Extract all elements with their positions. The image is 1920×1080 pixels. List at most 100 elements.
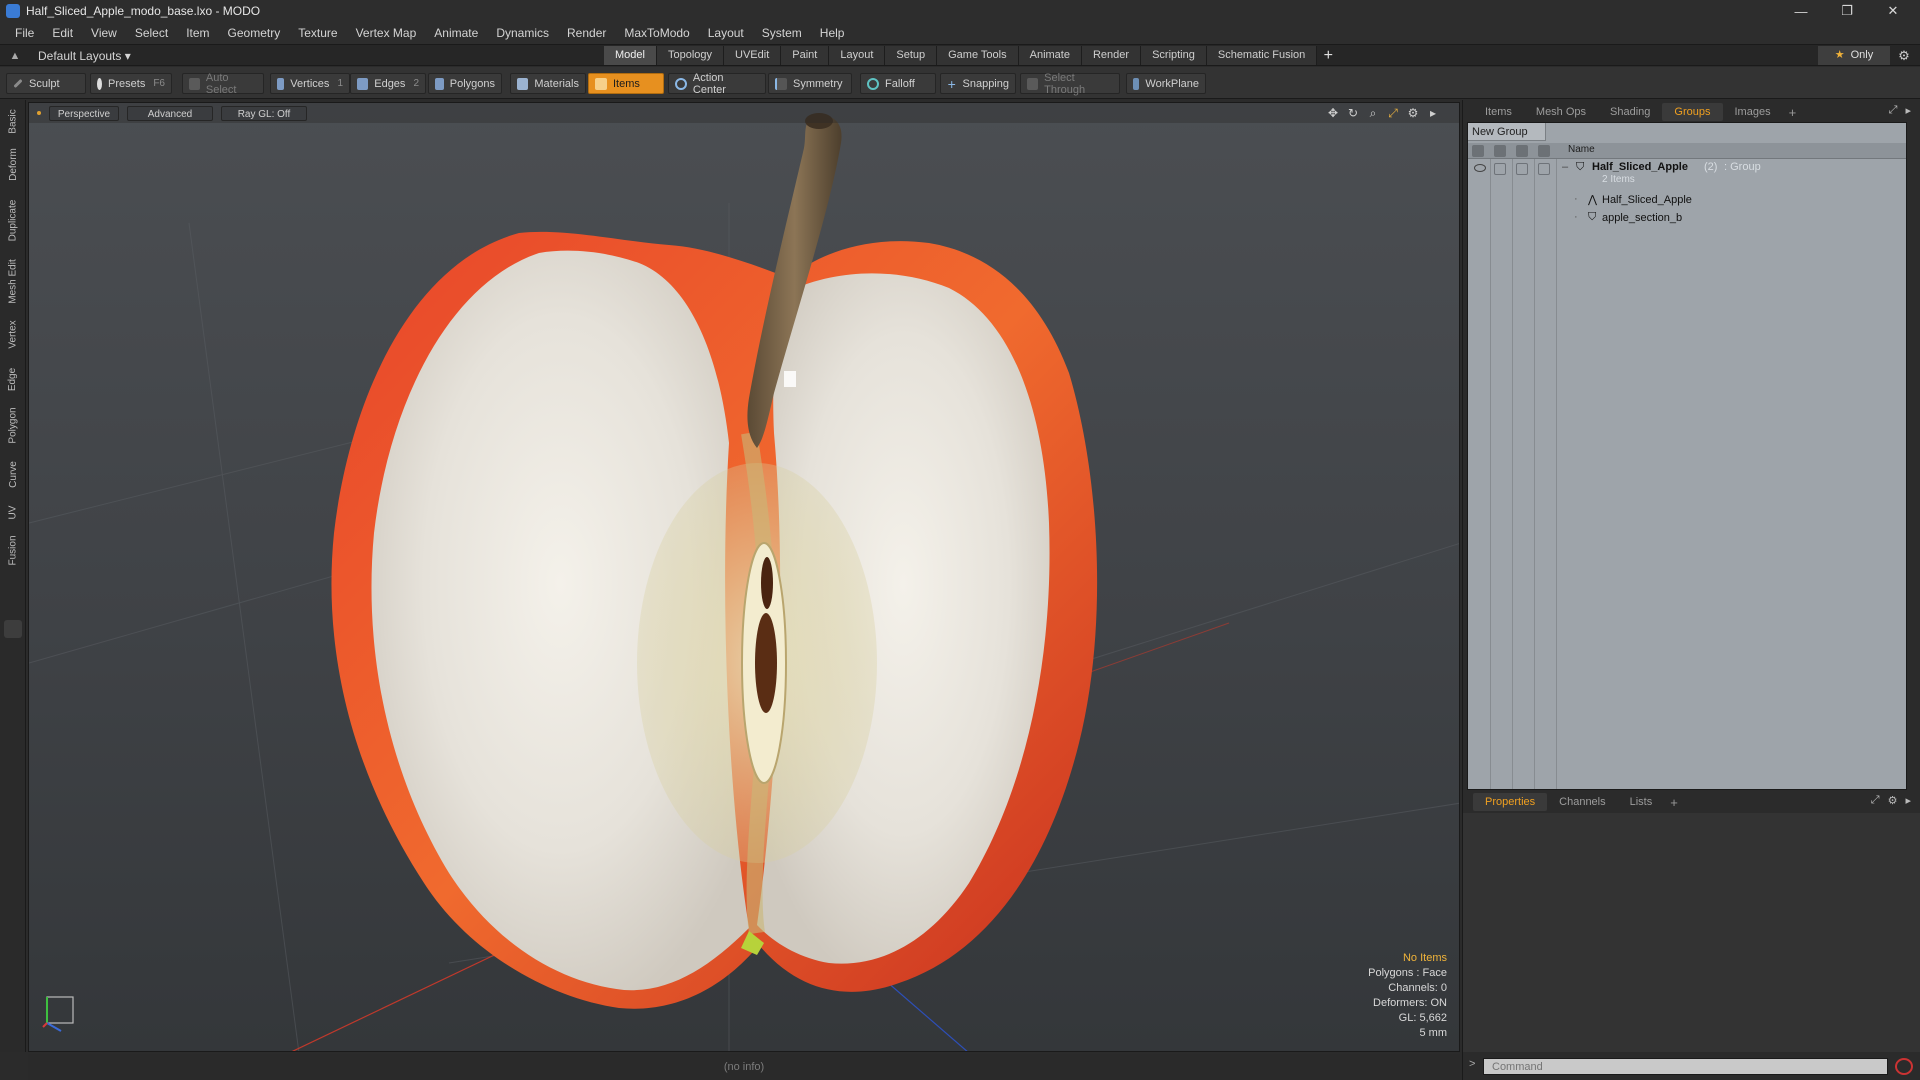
tab-paint[interactable]: Paint xyxy=(781,46,830,65)
tab-lists[interactable]: Lists xyxy=(1618,793,1665,811)
minimize-button[interactable]: — xyxy=(1778,0,1824,22)
tab-setup[interactable]: Setup xyxy=(885,46,938,65)
menu-render[interactable]: Render xyxy=(558,26,615,40)
menu-animate[interactable]: Animate xyxy=(425,26,487,40)
tab-properties[interactable]: Properties xyxy=(1473,793,1548,811)
close-button[interactable]: ✕ xyxy=(1870,0,1916,22)
presets-button[interactable]: Presets F6 xyxy=(90,73,172,94)
vtab-deform[interactable]: Deform xyxy=(2,144,24,184)
vtab-fusion[interactable]: Fusion xyxy=(2,530,24,570)
select-toggle[interactable] xyxy=(1538,163,1550,175)
materials-button[interactable]: Materials xyxy=(510,73,586,94)
vtab-polygon[interactable]: Polygon xyxy=(2,402,24,448)
vertices-button[interactable]: Vertices 1 xyxy=(270,73,350,94)
pan-icon[interactable]: ✥ xyxy=(1325,105,1341,121)
menu-item[interactable]: Item xyxy=(177,26,218,40)
panel-arrow-icon[interactable]: ▸ xyxy=(1905,794,1911,807)
command-input[interactable] xyxy=(1483,1058,1888,1075)
group-row[interactable]: – ⛉ Half_Sliced_Apple (2) : Group 2 Item… xyxy=(1468,161,1906,191)
menu-edit[interactable]: Edit xyxy=(43,26,82,40)
collapse-icon[interactable]: – xyxy=(1562,161,1568,173)
only-button[interactable]: ★ Only xyxy=(1818,46,1890,65)
tab-uvedit[interactable]: UVEdit xyxy=(724,46,782,65)
items-button[interactable]: Items xyxy=(588,73,664,94)
command-history-button[interactable] xyxy=(1895,1058,1913,1075)
eye-icon[interactable] xyxy=(1474,164,1486,172)
gear-icon[interactable]: ⚙ xyxy=(1894,46,1914,65)
sculpt-button[interactable]: Sculpt xyxy=(6,73,86,94)
workplane-button[interactable]: WorkPlane xyxy=(1126,73,1206,94)
add-layout-tab-button[interactable]: + xyxy=(1317,46,1339,66)
snapping-button[interactable]: + Snapping xyxy=(940,73,1016,94)
tab-groups[interactable]: Groups xyxy=(1662,103,1723,121)
action-center-button[interactable]: Action Center xyxy=(668,72,766,96)
add-panel-tab-button[interactable]: + xyxy=(1783,105,1803,120)
vtab-mesh-edit[interactable]: Mesh Edit xyxy=(2,254,24,308)
tab-scripting[interactable]: Scripting xyxy=(1141,46,1207,65)
menu-vertex-map[interactable]: Vertex Map xyxy=(347,26,426,40)
add-panel-tab-button[interactable]: + xyxy=(1664,795,1684,810)
vtab-basic[interactable]: Basic xyxy=(2,104,24,138)
tab-render[interactable]: Render xyxy=(1081,46,1142,65)
menu-geometry[interactable]: Geometry xyxy=(219,26,290,40)
new-group-button[interactable]: New Group xyxy=(1468,123,1546,141)
lock-toggle[interactable] xyxy=(1516,163,1528,175)
render-column-icon[interactable] xyxy=(1494,145,1506,157)
panel-gear-icon[interactable]: ⚙ xyxy=(1888,794,1898,807)
group-child-row[interactable]: · ⋀ Half_Sliced_Apple xyxy=(1468,193,1906,209)
viewport-gear-icon[interactable]: ⚙ xyxy=(1405,105,1421,121)
view-mode-button[interactable]: Perspective xyxy=(49,106,119,121)
groups-list[interactable]: New Group Name – ⛉ Half_Sliced_Apple (2)… xyxy=(1467,122,1907,790)
tab-game-tools[interactable]: Game Tools xyxy=(937,46,1019,65)
symmetry-button[interactable]: Symmetry xyxy=(768,73,852,94)
select-through-button[interactable]: Select Through xyxy=(1020,72,1120,96)
fit-icon[interactable]: ⤢ xyxy=(1385,105,1401,121)
tab-topology[interactable]: Topology xyxy=(656,46,725,65)
tab-channels[interactable]: Channels xyxy=(1547,793,1617,811)
menu-system[interactable]: System xyxy=(753,26,811,40)
shading-mode-button[interactable]: Advanced xyxy=(127,106,213,121)
vtab-duplicate[interactable]: Duplicate xyxy=(2,192,24,248)
menu-view[interactable]: View xyxy=(82,26,126,40)
vtab-uv[interactable]: UV xyxy=(2,500,24,524)
lock-column-icon[interactable] xyxy=(1516,145,1528,157)
polygons-button[interactable]: Polygons xyxy=(428,73,502,94)
3d-viewport[interactable]: Perspective Advanced Ray GL: Off ✥ ↻ ⌕ ⤢… xyxy=(28,102,1460,1052)
menu-dynamics[interactable]: Dynamics xyxy=(487,26,558,40)
render-toggle[interactable] xyxy=(1494,163,1506,175)
tab-options-button[interactable] xyxy=(4,620,22,638)
name-column-header[interactable]: Name xyxy=(1568,144,1595,155)
tab-animate[interactable]: Animate xyxy=(1018,46,1082,65)
falloff-button[interactable]: Falloff xyxy=(860,73,936,94)
menu-file[interactable]: File xyxy=(6,26,43,40)
tab-layout[interactable]: Layout xyxy=(829,46,886,65)
rotate-icon[interactable]: ↻ xyxy=(1345,105,1361,121)
tab-mesh-ops[interactable]: Mesh Ops xyxy=(1524,103,1598,121)
tab-images[interactable]: Images xyxy=(1723,103,1783,121)
visibility-column-icon[interactable] xyxy=(1472,145,1484,157)
vtab-edge[interactable]: Edge xyxy=(2,362,24,396)
menu-select[interactable]: Select xyxy=(126,26,177,40)
vtab-curve[interactable]: Curve xyxy=(2,454,24,494)
group-child-row[interactable]: · ⛉ apple_section_b xyxy=(1468,211,1906,227)
tab-model[interactable]: Model xyxy=(604,46,657,65)
menu-maxtomodo[interactable]: MaxToModo xyxy=(615,26,698,40)
select-column-icon[interactable] xyxy=(1538,145,1550,157)
zoom-icon[interactable]: ⌕ xyxy=(1365,105,1381,121)
menu-texture[interactable]: Texture xyxy=(289,26,346,40)
edges-button[interactable]: Edges 2 xyxy=(350,73,426,94)
vtab-vertex[interactable]: Vertex xyxy=(2,314,24,354)
restore-button[interactable]: ❐ xyxy=(1824,0,1870,22)
menu-help[interactable]: Help xyxy=(811,26,854,40)
tab-items[interactable]: Items xyxy=(1473,103,1524,121)
layout-selector[interactable]: ▲ Default Layouts ▾ xyxy=(8,45,131,66)
tab-schematic-fusion[interactable]: Schematic Fusion xyxy=(1206,46,1318,65)
viewport-arrow-icon[interactable]: ▸ xyxy=(1425,105,1441,121)
viewport-menu-dot[interactable] xyxy=(37,111,41,115)
maximize-panel-icon[interactable]: ⤢ xyxy=(1889,104,1898,117)
auto-select-button[interactable]: Auto Select xyxy=(182,72,264,96)
menu-layout[interactable]: Layout xyxy=(699,26,753,40)
maximize-panel-icon[interactable]: ⤢ xyxy=(1871,794,1880,807)
tab-shading[interactable]: Shading xyxy=(1598,103,1662,121)
layout-home-icon[interactable]: ▲ xyxy=(8,49,22,63)
